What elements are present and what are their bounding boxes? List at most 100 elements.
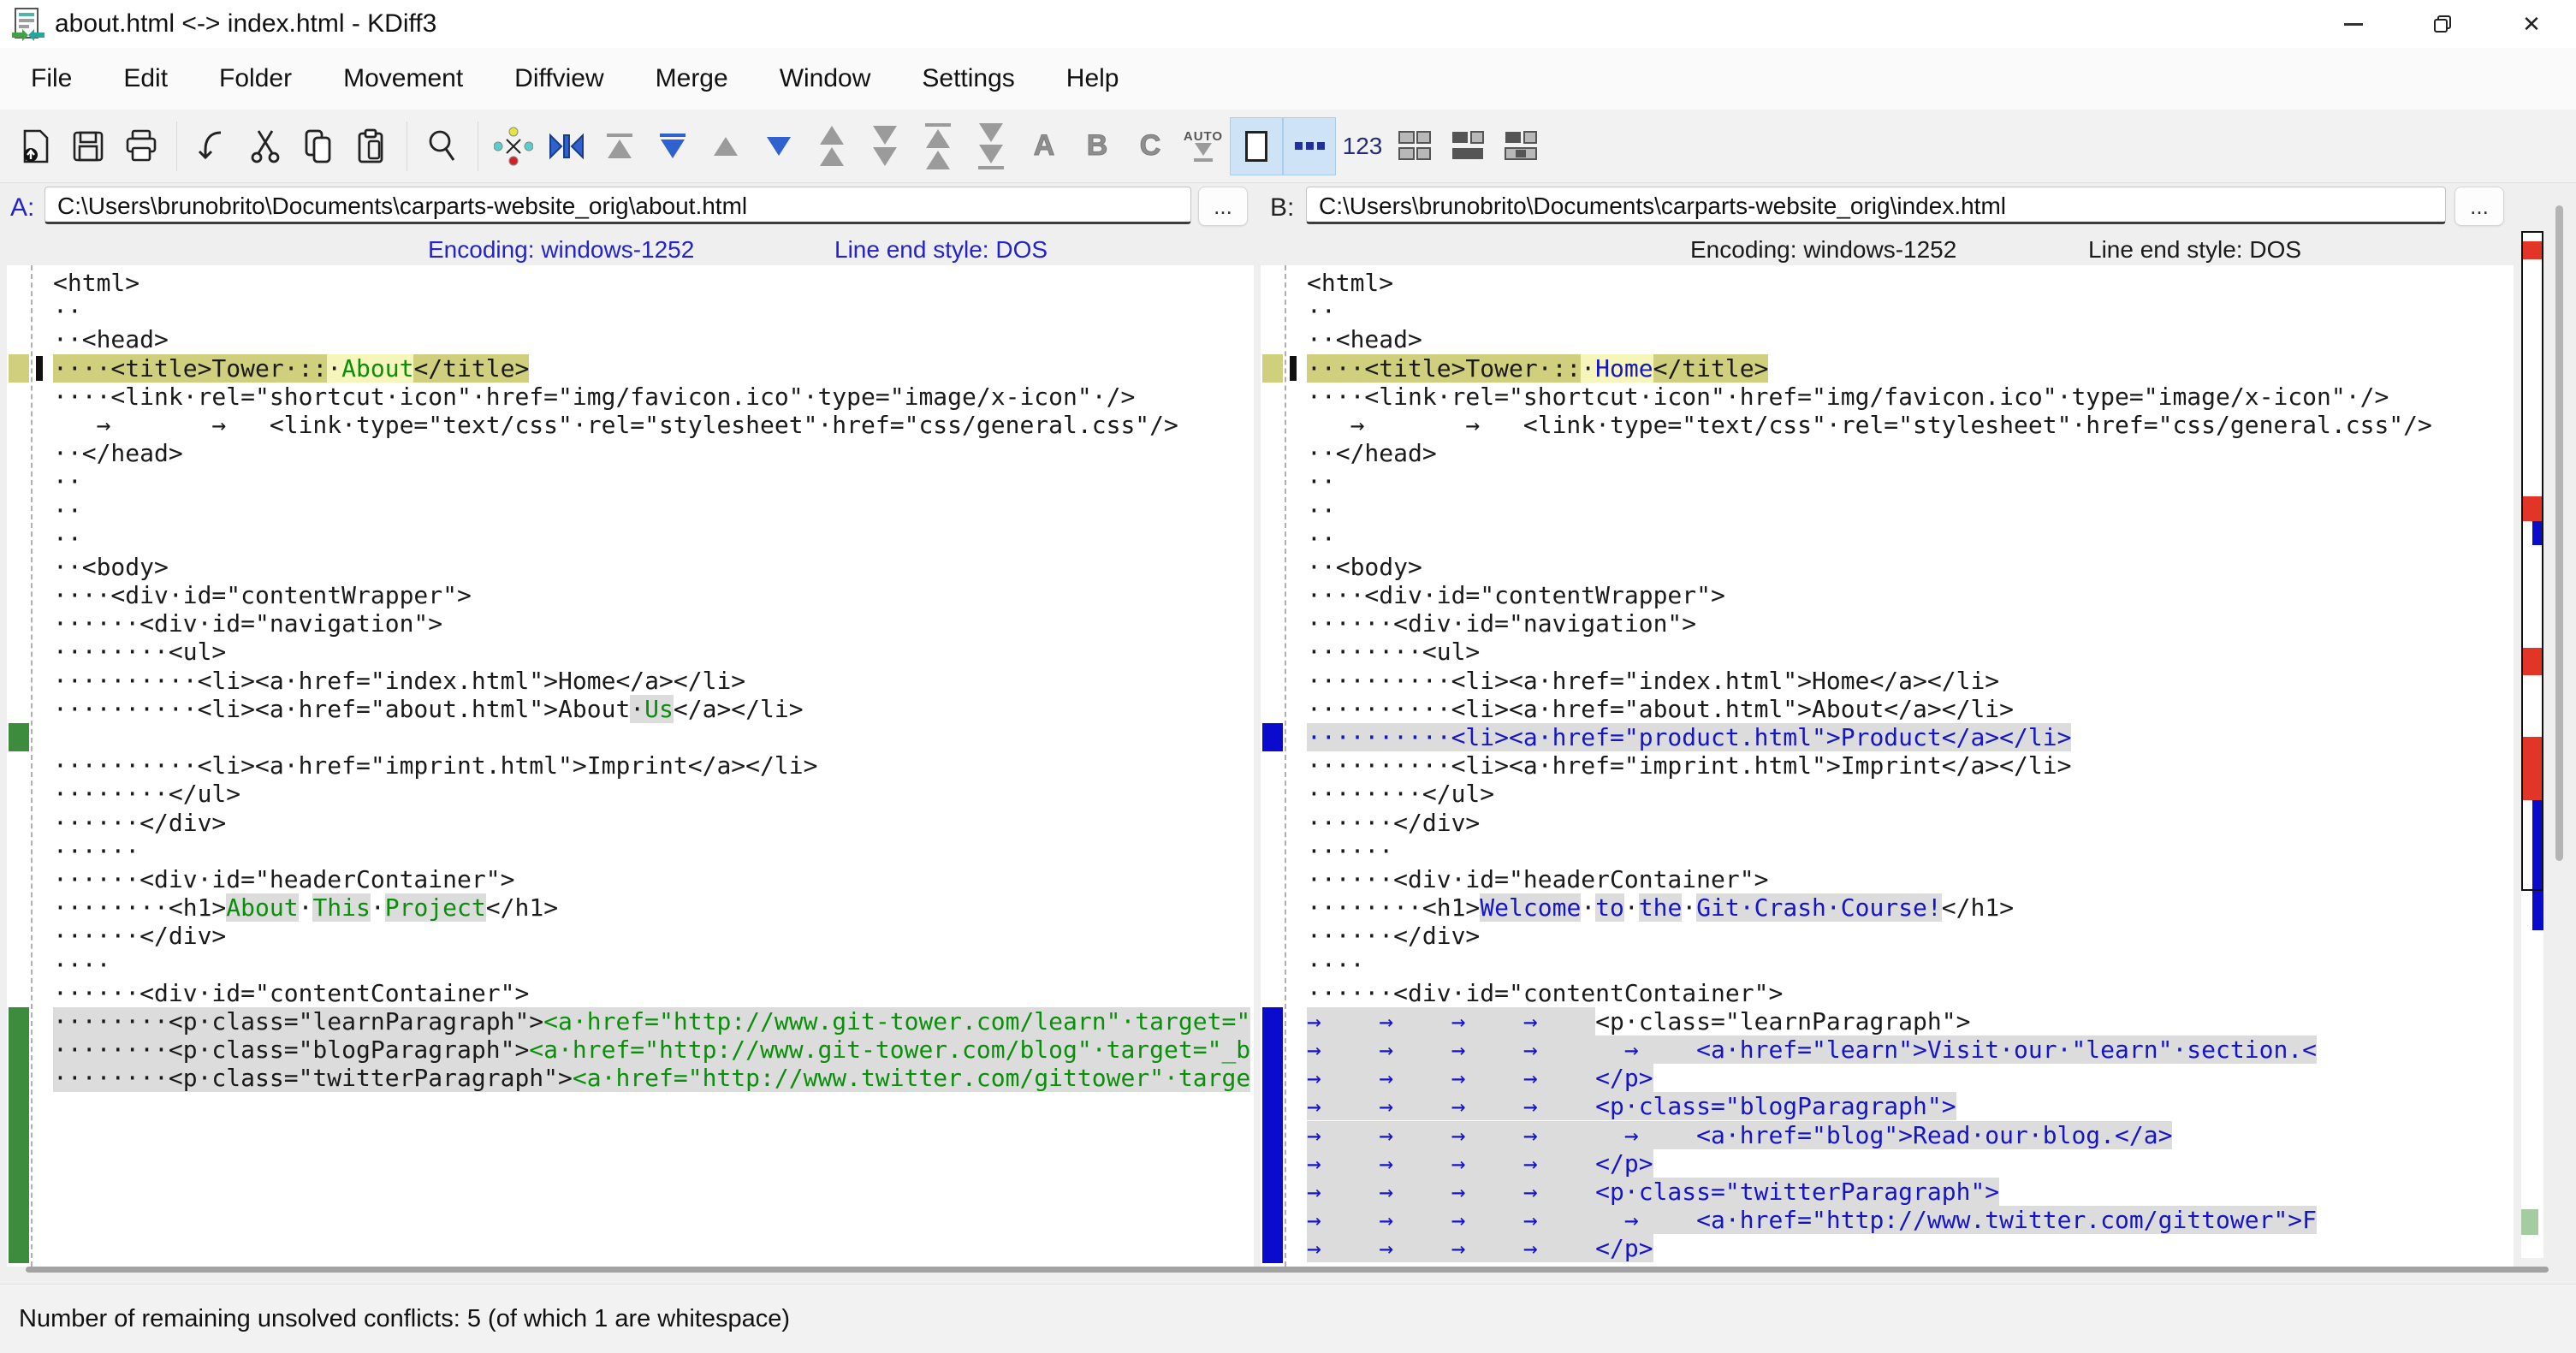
diff-overview-column[interactable] — [2521, 231, 2543, 1258]
auto-advance-button[interactable]: AUTO — [1177, 117, 1230, 175]
select-line-c-button[interactable]: C — [1124, 117, 1177, 175]
code-line[interactable]: ··········<li><a·href="index.html">Home<… — [33, 667, 1254, 695]
menu-settings[interactable]: Settings — [896, 48, 1040, 110]
close-button[interactable]: ✕ — [2487, 0, 2576, 48]
code-line[interactable]: → → → → → <a·href="learn">Visit·our·"lea… — [1286, 1036, 2514, 1064]
window-layout-focus-b-button[interactable] — [1495, 117, 1548, 175]
code-line[interactable]: → → → → <p·class="blogParagraph"> — [1286, 1092, 2514, 1120]
code-line[interactable]: ········<h1>About·This·Project</h1> — [33, 893, 1254, 922]
pane-a-browse-button[interactable]: ... — [1198, 187, 1248, 226]
code-line[interactable]: ··<head> — [33, 325, 1254, 353]
pane-b-code[interactable]: <html>·· ··<head>····<title>Tower·::·Home… — [1286, 269, 2514, 1263]
save-button[interactable] — [62, 117, 115, 175]
code-line[interactable]: <html> — [33, 269, 1254, 297]
code-line[interactable]: ········<ul> — [1286, 638, 2514, 666]
horizontal-scrollbar[interactable] — [26, 1267, 2549, 1273]
code-line[interactable]: ··</head> — [1286, 439, 2514, 467]
code-line[interactable]: ····<link·rel="shortcut·icon"·href="img/… — [33, 383, 1254, 411]
code-line[interactable]: ··········<li><a·href="index.html">Home<… — [1286, 667, 2514, 695]
code-line[interactable]: <html> — [1286, 269, 2514, 297]
code-line[interactable] — [33, 1092, 1254, 1120]
code-line[interactable]: ······</div> — [1286, 809, 2514, 837]
menu-edit[interactable]: Edit — [98, 48, 193, 110]
go-to-first-delta-button[interactable] — [593, 117, 646, 175]
code-line[interactable]: ·· — [33, 467, 1254, 496]
menu-merge[interactable]: Merge — [630, 48, 754, 110]
copy-button[interactable] — [292, 117, 345, 175]
code-line[interactable]: ··<head> — [1286, 325, 2514, 353]
code-line[interactable]: ····<title>Tower·::·Home</title> — [1286, 354, 2514, 383]
code-line[interactable]: ····<title>Tower·::·About</title> — [33, 354, 1254, 383]
pane-b-path-input[interactable]: C:\Users\brunobrito\Documents\carparts-w… — [1306, 187, 2446, 224]
code-line[interactable]: ·· — [33, 297, 1254, 325]
code-line[interactable] — [33, 1234, 1254, 1262]
code-line[interactable]: ····<div·id="contentWrapper"> — [33, 581, 1254, 609]
pane-b-browse-button[interactable]: ... — [2454, 187, 2504, 226]
code-line[interactable]: ········<p·class="twitterParagraph"><a·h… — [33, 1064, 1254, 1092]
code-line[interactable]: ··········<li><a·href="imprint.html">Imp… — [1286, 751, 2514, 780]
open-button[interactable] — [9, 117, 62, 175]
code-line[interactable]: ····<div·id="contentWrapper"> — [1286, 581, 2514, 609]
code-line[interactable]: ······</div> — [33, 809, 1254, 837]
go-to-next-unsolved-conflict-button[interactable] — [965, 117, 1018, 175]
code-line[interactable]: → → <link·type="text/css"·rel="styleshee… — [33, 411, 1254, 439]
code-line[interactable]: ·· — [1286, 467, 2514, 496]
code-line[interactable]: ······</div> — [33, 922, 1254, 950]
code-line[interactable]: ·· — [1286, 496, 2514, 525]
code-line[interactable]: ···· — [1286, 951, 2514, 979]
code-line[interactable]: → → → → → <a·href="blog">Read·our·blog.<… — [1286, 1121, 2514, 1149]
code-line[interactable]: ······<div·id="navigation"> — [1286, 609, 2514, 638]
code-line[interactable]: ········<ul> — [33, 638, 1254, 666]
code-line[interactable]: ········<h1>Welcome·to·the·Git·Crash·Cou… — [1286, 893, 2514, 922]
code-line[interactable]: ······<div·id="navigation"> — [33, 609, 1254, 638]
code-line[interactable]: ······<div·id="headerContainer"> — [1286, 865, 2514, 893]
menu-folder[interactable]: Folder — [193, 48, 318, 110]
diff-pane-a[interactable]: <html>····<head>····<title>Tower·::·Abou… — [7, 265, 1254, 1267]
go-to-next-conflict-button[interactable] — [858, 117, 911, 175]
code-line[interactable]: ······<div·id="contentContainer"> — [1286, 979, 2514, 1007]
code-line[interactable]: ···· — [33, 951, 1254, 979]
code-line[interactable]: ·· — [33, 496, 1254, 525]
window-layout-focus-a-button[interactable] — [1442, 117, 1495, 175]
code-line[interactable]: ··········<li><a·href="about.html">About… — [1286, 695, 2514, 723]
code-line[interactable] — [33, 1178, 1254, 1206]
select-line-a-button[interactable]: A — [1018, 117, 1071, 175]
code-line[interactable]: ········</ul> — [33, 780, 1254, 808]
code-line[interactable]: → → → → <p·class="learnParagraph"> — [1286, 1007, 2514, 1036]
go-to-last-delta-button[interactable] — [646, 117, 699, 175]
code-line[interactable]: ··········<li><a·href="product.html">Pro… — [1286, 723, 2514, 751]
code-line[interactable]: → → → → </p> — [1286, 1149, 2514, 1178]
code-line[interactable]: ··<body> — [1286, 553, 2514, 581]
code-line[interactable] — [33, 1149, 1254, 1178]
go-to-prev-unsolved-conflict-button[interactable] — [911, 117, 965, 175]
code-line[interactable]: ·· — [33, 525, 1254, 553]
show-whitespace-chars-toggle[interactable] — [1230, 117, 1283, 175]
show-line-numbers-button[interactable]: 123 — [1336, 117, 1389, 175]
code-line[interactable]: → → → → <p·class="twitterParagraph"> — [1286, 1178, 2514, 1206]
code-line[interactable]: ·· — [1286, 525, 2514, 553]
code-line[interactable]: ········</ul> — [1286, 780, 2514, 808]
restore-button[interactable] — [2398, 0, 2487, 48]
code-line[interactable]: ··········<li><a·href="about.html">About… — [33, 695, 1254, 723]
show-whitespace-toggle[interactable] — [1283, 117, 1336, 175]
code-line[interactable]: → → <link·type="text/css"·rel="styleshee… — [1286, 411, 2514, 439]
code-line[interactable]: ····<link·rel="shortcut·icon"·href="img/… — [1286, 383, 2514, 411]
menu-window[interactable]: Window — [754, 48, 897, 110]
overview-visible-range-box[interactable] — [2521, 231, 2543, 891]
code-line[interactable]: ········<p·class="blogParagraph"><a·href… — [33, 1036, 1254, 1064]
select-line-b-button[interactable]: B — [1071, 117, 1124, 175]
window-layout-split-button[interactable] — [1389, 117, 1442, 175]
code-line[interactable]: ······<div·id="contentContainer"> — [33, 979, 1254, 1007]
align-deltas-button[interactable] — [540, 117, 593, 175]
print-button[interactable] — [115, 117, 168, 175]
cut-button[interactable] — [239, 117, 292, 175]
code-line[interactable]: ··········<li><a·href="imprint.html">Imp… — [33, 751, 1254, 780]
code-line[interactable] — [33, 1206, 1254, 1234]
go-to-current-delta-button[interactable] — [487, 117, 540, 175]
code-line[interactable]: ········<p·class="learnParagraph"><a·hre… — [33, 1007, 1254, 1036]
code-line[interactable]: → → → → </p> — [1286, 1234, 2514, 1262]
menu-help[interactable]: Help — [1041, 48, 1145, 110]
menu-movement[interactable]: Movement — [318, 48, 489, 110]
vertical-scrollbar[interactable] — [2555, 205, 2563, 861]
find-button[interactable] — [416, 117, 469, 175]
